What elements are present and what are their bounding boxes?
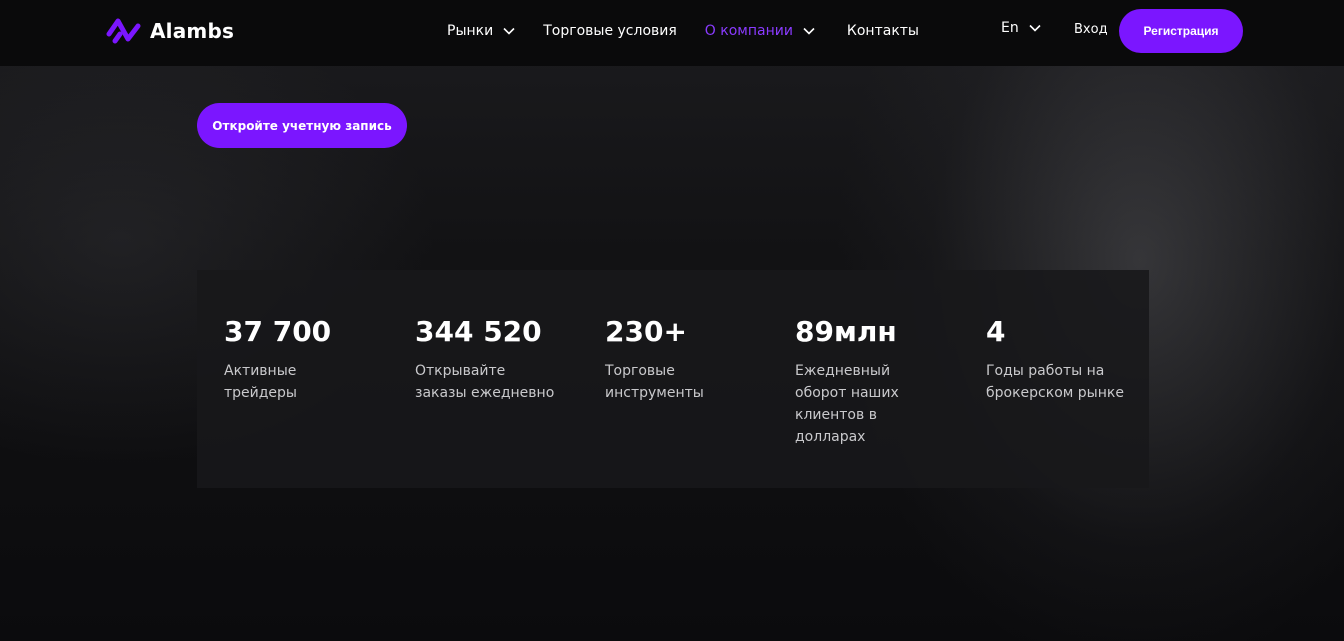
- nav-item-label: Рынки: [447, 23, 494, 39]
- stats-panel: 37 700 Активные трейдеры 344 520 Открыва…: [197, 270, 1149, 488]
- stat-value: 4: [986, 315, 1006, 348]
- nav-item-about[interactable]: О компании: [705, 23, 815, 39]
- nav-item-trading-conditions[interactable]: Торговые условия: [543, 23, 677, 39]
- stat-active-traders: 37 700 Активные трейдеры: [224, 314, 384, 404]
- stat-daily-turnover: 89млн Ежедневный оборот наших клиентов в…: [795, 314, 955, 448]
- chevron-down-icon: [1029, 24, 1041, 32]
- login-link[interactable]: Вход: [1074, 22, 1108, 37]
- stat-instruments: 230+ Торговые инструменты: [605, 314, 765, 404]
- stat-label: Годы работы на брокерском рынке: [986, 360, 1146, 404]
- stat-label-line: инструменты: [605, 385, 704, 401]
- stat-label-line: трейдеры: [224, 385, 297, 401]
- language-selector[interactable]: En: [1001, 20, 1041, 36]
- page: Alambs Рынки Торговые условия О компании…: [0, 0, 1344, 641]
- site-header: Alambs Рынки Торговые условия О компании…: [0, 0, 1344, 66]
- stat-label-line: долларах: [795, 429, 866, 445]
- nav-item-label: Торговые условия: [543, 23, 677, 39]
- stat-label-line: клиентов в: [795, 407, 877, 423]
- stat-label-line: Годы работы на: [986, 363, 1105, 379]
- stat-label-line: Активные: [224, 363, 297, 379]
- stat-daily-orders: 344 520 Открывайте заказы ежедневно: [415, 314, 575, 404]
- brand-name: Alambs: [150, 19, 235, 43]
- stat-label: Торговые инструменты: [605, 360, 765, 404]
- stat-years-on-market: 4 Годы работы на брокерском рынке: [986, 314, 1146, 404]
- nav-item-contacts[interactable]: Контакты: [847, 23, 919, 39]
- nav-item-label: Контакты: [846, 23, 919, 39]
- language-label: En: [1001, 20, 1019, 36]
- alambs-logo-icon: [106, 18, 141, 44]
- register-button[interactable]: Регистрация: [1119, 9, 1243, 53]
- stat-label-line: Торговые: [605, 363, 675, 379]
- main-nav: Рынки Торговые условия О компании Контак…: [447, 20, 919, 42]
- stat-label: Открывайте заказы ежедневно: [415, 360, 575, 404]
- stat-value: 230+: [605, 315, 687, 348]
- chevron-down-icon: [803, 27, 815, 35]
- stat-value: 37 700: [224, 315, 332, 348]
- nav-item-markets[interactable]: Рынки: [447, 23, 515, 39]
- nav-item-label: О компании: [704, 23, 793, 39]
- open-account-button[interactable]: Откройте учетную запись: [197, 103, 407, 148]
- stat-label-line: Ежедневный: [795, 363, 891, 379]
- stat-value: 89млн: [795, 315, 897, 348]
- stat-label: Активные трейдеры: [224, 360, 384, 404]
- logo[interactable]: Alambs: [106, 15, 234, 47]
- chevron-down-icon: [503, 27, 515, 35]
- stat-label-line: Открывайте: [415, 363, 506, 379]
- stat-label-line: заказы ежедневно: [415, 385, 555, 401]
- stat-value: 344 520: [415, 315, 542, 348]
- stat-label-line: оборот наших: [795, 385, 899, 401]
- stat-label: Ежедневный оборот наших клиентов в долла…: [795, 360, 955, 448]
- stat-label-line: брокерском рынке: [986, 385, 1124, 401]
